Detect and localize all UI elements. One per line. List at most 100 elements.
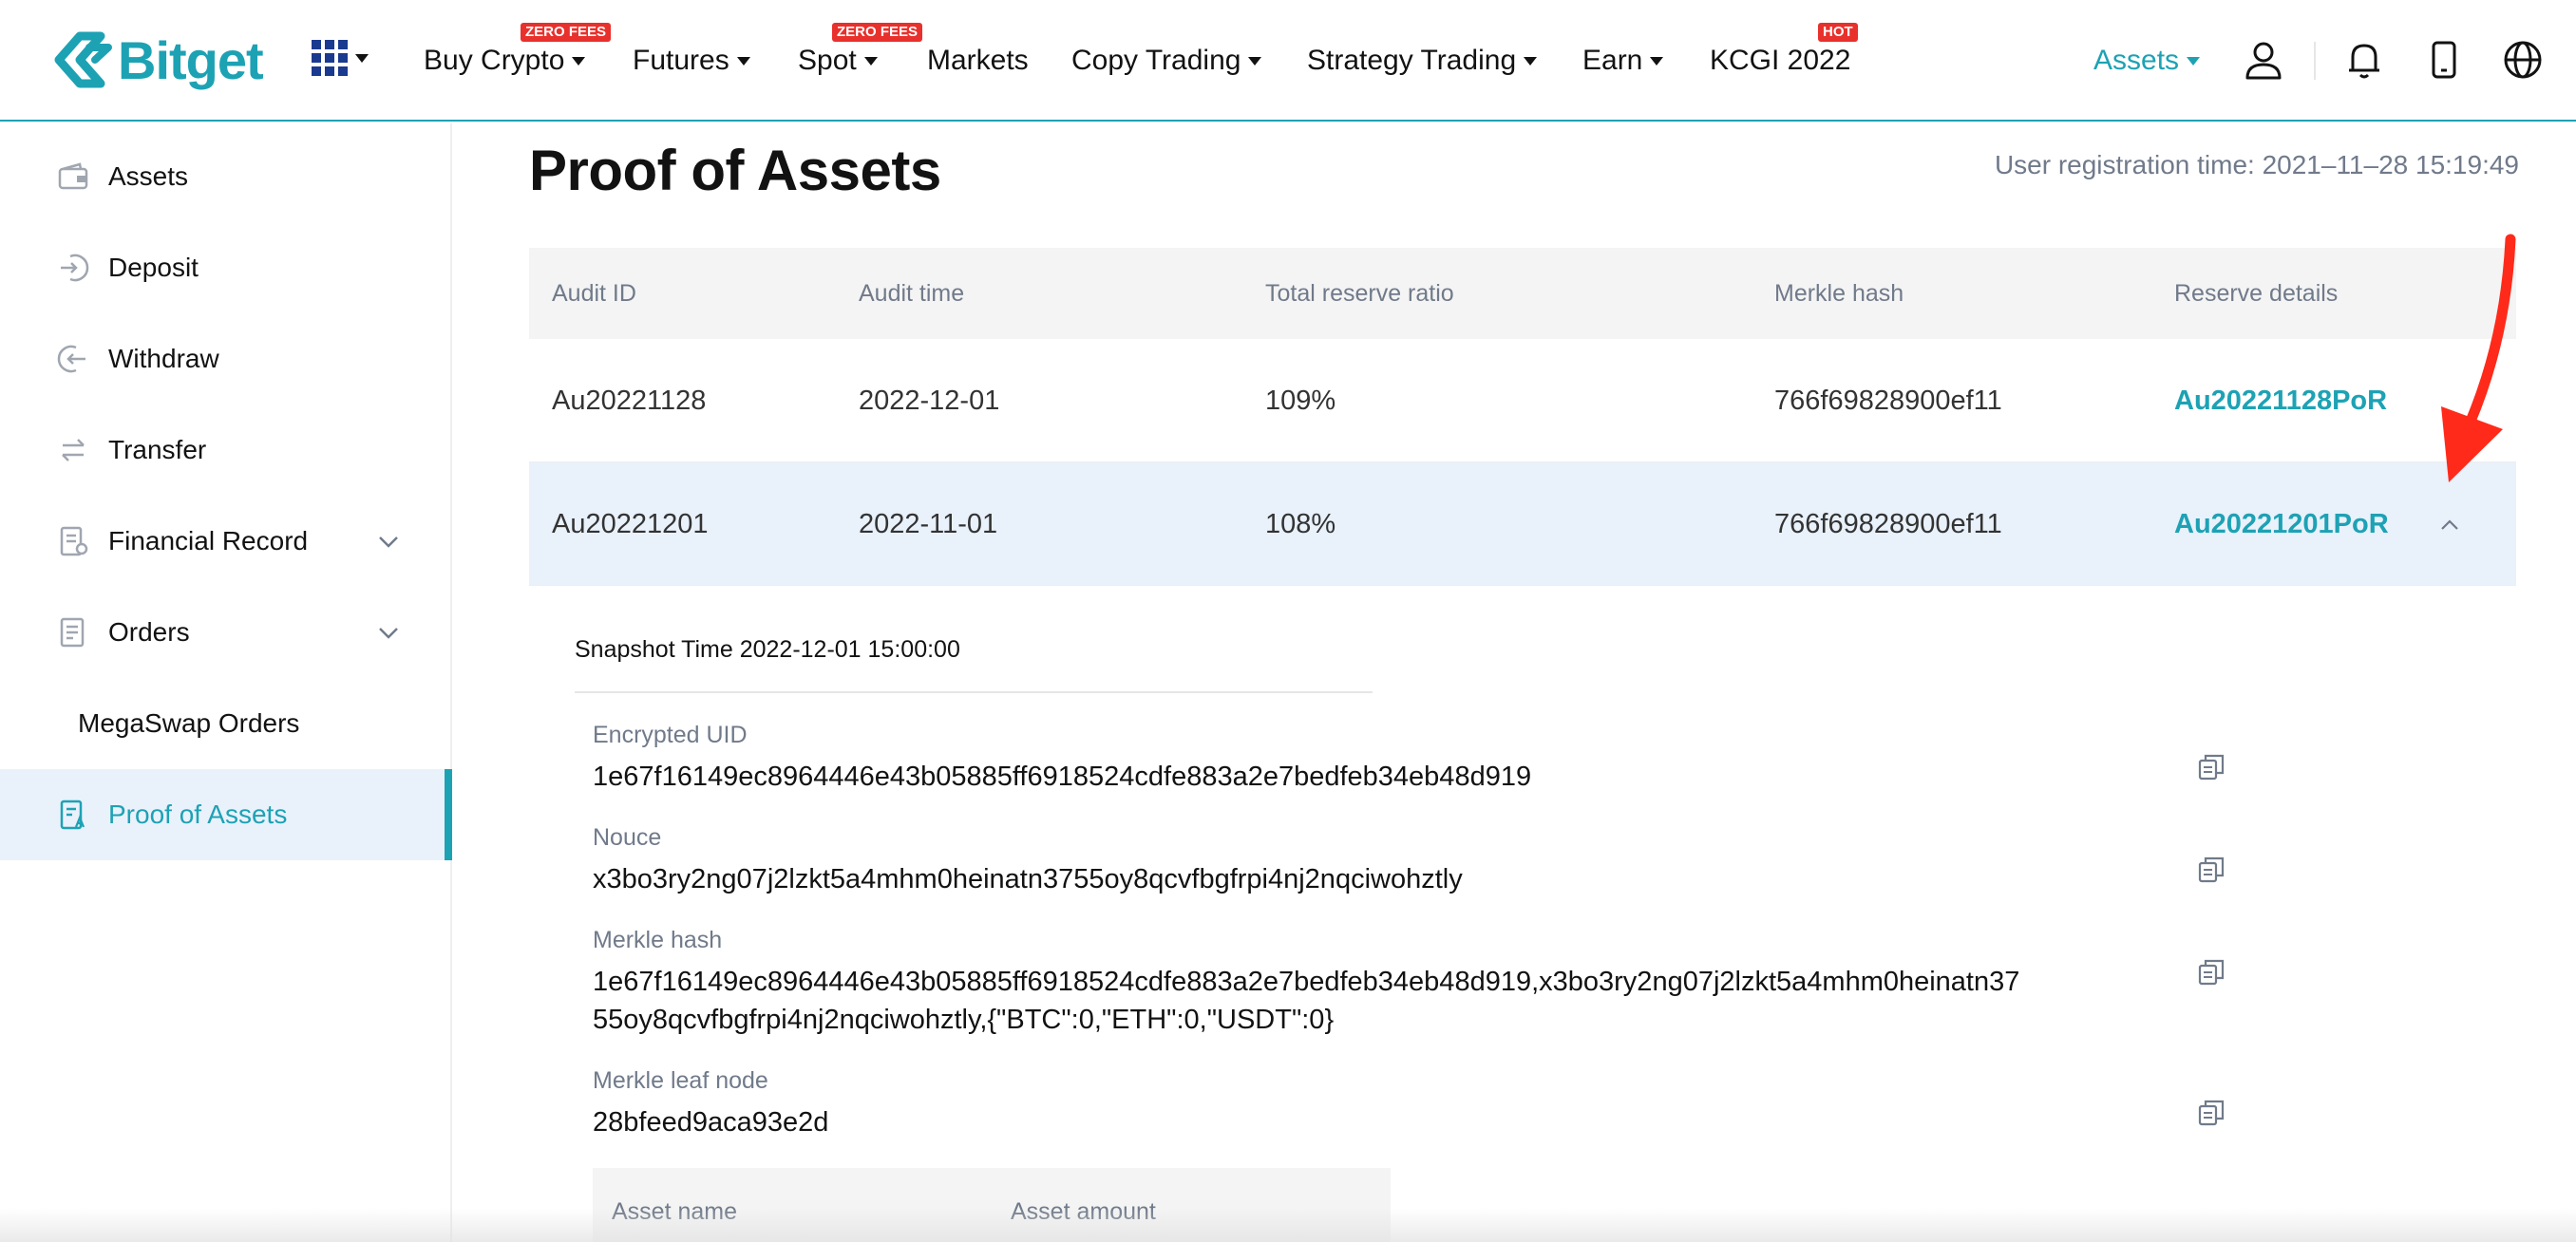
sidebar-item-label: Deposit — [108, 253, 199, 282]
sidebar-item-transfer[interactable]: Transfer — [0, 405, 452, 496]
registration-time: User registration time: 2021–11–28 15:19… — [1994, 150, 2519, 179]
deposit-icon — [61, 254, 89, 282]
divider — [575, 691, 1373, 693]
sidebar-item-proof-of-assets[interactable]: Proof of Assets — [0, 769, 452, 860]
chevron-down-icon — [379, 536, 398, 548]
field-value-merkle-hash-line-2: 55oy8qcvfbgfrpi4nj2nqciwohztly,{"BTC":0,… — [593, 1005, 1335, 1035]
sidebar-item-withdraw[interactable]: Withdraw — [0, 313, 452, 405]
bitget-logo[interactable]: Bitget — [51, 27, 264, 93]
nav-kcgi-2022[interactable]: HOT KCGI 2022 — [1710, 0, 1858, 122]
cell-reserve-ratio: 109% — [1265, 386, 1336, 416]
field-label-nouce: Nouce — [593, 824, 662, 851]
sidebar-item-orders[interactable]: Orders — [0, 587, 452, 678]
nav-label: Strategy Trading — [1307, 45, 1517, 76]
sidebar-item-label: Transfer — [108, 435, 207, 464]
table-header: Audit ID Audit time Total reserve ratio … — [529, 248, 2516, 339]
field-label-merkle-leaf-node: Merkle leaf node — [593, 1067, 768, 1094]
hot-badge: HOT — [1818, 23, 1858, 42]
table-row[interactable]: Au20221128 2022-12-01 109% 766f69828900e… — [529, 339, 2516, 462]
annotation-arrow — [2441, 234, 2516, 482]
brand-name: Bitget — [118, 29, 264, 90]
column-header-reserve-ratio: Total reserve ratio — [1265, 280, 1454, 307]
field-value-encrypted-uid: 1e67f16149ec8964446e43b05885ff6918524cdf… — [593, 762, 1532, 792]
cell-audit-id: Au20221128 — [552, 386, 707, 416]
column-header-audit-id: Audit ID — [552, 280, 636, 307]
copy-icon[interactable] — [2196, 1098, 2226, 1128]
field-value-merkle-hash-line-1: 1e67f16149ec8964446e43b05885ff6918524cdf… — [593, 967, 2020, 997]
cell-merkle-hash: 766f69828900ef11 — [1774, 509, 2002, 539]
nav-label: KCGI 2022 — [1710, 45, 1851, 76]
user-icon[interactable] — [2242, 38, 2285, 82]
reserve-details-link[interactable]: Au20221128PoR — [2174, 339, 2387, 462]
sidebar-item-label: Proof of Assets — [108, 800, 288, 829]
record-icon — [60, 526, 88, 556]
caret-down-icon — [736, 56, 750, 66]
column-header-reserve-details: Reserve details — [2174, 280, 2339, 307]
sidebar-item-megaswap-orders[interactable]: MegaSwap Orders — [0, 678, 452, 769]
caret-down-icon — [2187, 56, 2201, 66]
nav-markets[interactable]: Markets — [927, 0, 1029, 122]
audit-table: Audit ID Audit time Total reserve ratio … — [529, 248, 2516, 586]
nav-earn[interactable]: Earn — [1582, 0, 1664, 122]
caret-down-icon — [863, 56, 878, 66]
copy-icon[interactable] — [2196, 855, 2226, 885]
phone-icon[interactable] — [2422, 38, 2466, 82]
nav-spot[interactable]: ZERO FEES Spot — [798, 0, 923, 122]
sidebar-item-deposit[interactable]: Deposit — [0, 222, 452, 313]
orders-icon — [60, 617, 85, 648]
cell-reserve-ratio: 108% — [1265, 509, 1336, 539]
assets-dropdown[interactable]: Assets — [2093, 0, 2201, 122]
wallet-icon — [58, 162, 88, 190]
field-value-nouce: x3bo3ry2ng07j2lzkt5a4mhm0heinatn3755oy8q… — [593, 864, 1463, 894]
zero-fees-badge: ZERO FEES — [832, 23, 923, 42]
transfer-icon — [62, 439, 85, 461]
caret-down-icon — [355, 53, 369, 63]
nav-label: Markets — [927, 45, 1029, 76]
caret-down-icon — [1248, 56, 1262, 66]
sidebar-item-assets[interactable]: Assets — [0, 131, 452, 222]
field-value-merkle-leaf-node: 28bfeed9aca93e2d — [593, 1107, 829, 1138]
nav-copy-trading[interactable]: Copy Trading — [1071, 0, 1262, 122]
sidebar-item-label: MegaSwap Orders — [78, 708, 300, 738]
field-label-merkle-hash: Merkle hash — [593, 927, 723, 953]
column-header-audit-time: Audit time — [859, 280, 965, 307]
page-title: Proof of Assets — [529, 139, 941, 202]
apps-grid-icon — [312, 40, 348, 76]
caret-down-icon — [1524, 56, 1538, 66]
nav-label: Spot — [798, 45, 857, 76]
chevron-up-icon[interactable] — [2436, 512, 2463, 538]
column-header-merkle-hash: Merkle hash — [1774, 280, 1904, 307]
reserve-details-link[interactable]: Au20221201PoR — [2174, 462, 2389, 586]
field-label-encrypted-uid: Encrypted UID — [593, 722, 748, 748]
sidebar: Assets Deposit Withdraw Transfer Financi… — [0, 123, 452, 1242]
nav-buy-crypto[interactable]: ZERO FEES Buy Crypto — [424, 0, 612, 122]
nav-label: Futures — [633, 45, 729, 76]
nav-futures[interactable]: Futures — [633, 0, 750, 122]
zero-fees-badge: ZERO FEES — [521, 23, 612, 42]
cell-audit-time: 2022-12-01 — [859, 386, 1000, 416]
apps-menu-button[interactable] — [312, 40, 369, 76]
caret-down-icon — [1650, 56, 1664, 66]
assets-menu-label: Assets — [2093, 45, 2180, 76]
copy-icon[interactable] — [2196, 752, 2226, 782]
table-row-expanded[interactable]: Au20221201 2022-11-01 108% 766f69828900e… — [529, 462, 2516, 586]
cell-merkle-hash: 766f69828900ef11 — [1774, 386, 2002, 416]
row-detail-panel: Snapshot Time 2022-12-01 15:00:00 Encryp… — [529, 587, 2516, 1242]
sidebar-item-label: Orders — [108, 617, 190, 647]
chevron-down-icon — [379, 628, 398, 639]
nav-label: Copy Trading — [1071, 45, 1241, 76]
nav-label: Earn — [1582, 45, 1643, 76]
header-divider — [2314, 42, 2316, 80]
bell-icon[interactable] — [2342, 38, 2386, 82]
bitget-logo-icon — [54, 31, 112, 88]
sidebar-item-label: Assets — [108, 161, 189, 191]
cell-audit-time: 2022-11-01 — [859, 509, 998, 539]
withdraw-icon — [57, 345, 85, 373]
sidebar-item-financial-record[interactable]: Financial Record — [0, 496, 452, 587]
globe-icon[interactable] — [2501, 38, 2545, 82]
nav-strategy-trading[interactable]: Strategy Trading — [1307, 0, 1538, 122]
caret-down-icon — [572, 56, 586, 66]
sidebar-item-label: Withdraw — [108, 344, 219, 373]
copy-icon[interactable] — [2196, 957, 2226, 988]
bottom-shadow — [0, 1208, 2576, 1242]
